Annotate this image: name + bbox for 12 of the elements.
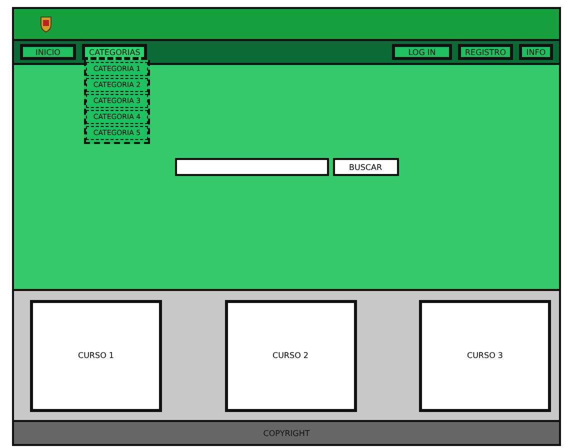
footer: COPYRIGHT [14, 422, 559, 444]
nav-button[interactable]: INICIO [20, 44, 76, 60]
crest-icon [38, 15, 54, 33]
nav-button[interactable]: REGISTRO [458, 44, 513, 60]
nav-button[interactable]: CATEGORIAS [82, 44, 148, 60]
search-button[interactable]: BUSCAR [332, 158, 398, 176]
course-card[interactable]: CURSO 3 [419, 300, 551, 412]
search-field[interactable] [174, 158, 328, 176]
nav-button[interactable]: LOG IN [392, 44, 452, 60]
nav-button[interactable]: INFO [519, 44, 553, 60]
course-card[interactable]: CURSO 2 [224, 300, 356, 412]
course-card[interactable]: CURSO 1 [30, 300, 162, 412]
